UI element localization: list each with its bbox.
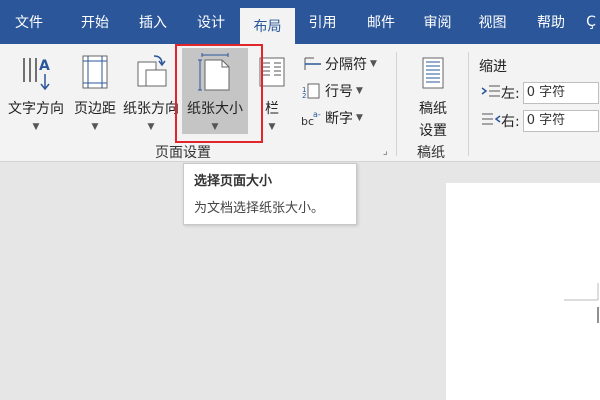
- tab-insert[interactable]: 插入: [124, 0, 182, 44]
- manuscript-icon: [416, 54, 450, 94]
- chevron-down-icon: ▼: [356, 86, 363, 96]
- breaks-icon: [301, 55, 323, 73]
- tab-mailings[interactable]: 邮件: [352, 0, 410, 44]
- manuscript-label-line1: 稿纸: [419, 101, 447, 117]
- manuscript-group-label: 稿纸: [417, 145, 445, 161]
- orientation-label: 纸张方向: [123, 101, 179, 117]
- chevron-down-icon: ▼: [268, 122, 276, 132]
- indent-right-icon: [481, 112, 501, 130]
- indent-title: 缩进: [479, 59, 507, 75]
- chevron-down-icon: ▼: [91, 122, 99, 132]
- tab-file[interactable]: 文件: [0, 0, 58, 44]
- indent-right-label: 右:: [501, 114, 520, 130]
- chevron-down-icon: ▼: [356, 113, 363, 123]
- hyphenation-icon: bc a-: [301, 109, 323, 127]
- text-direction-label: 文字方向: [8, 101, 64, 117]
- indent-left-label: 左:: [501, 86, 520, 102]
- tab-help[interactable]: 帮助: [522, 0, 580, 44]
- tab-references[interactable]: 引用: [295, 0, 350, 44]
- columns-label: 栏: [265, 101, 279, 117]
- tab-home[interactable]: 开始: [66, 0, 124, 44]
- tab-layout[interactable]: 布局: [240, 8, 295, 44]
- tab-view[interactable]: 视图: [465, 0, 520, 44]
- tab-design[interactable]: 设计: [182, 0, 240, 44]
- margin-corner-mark: [564, 283, 599, 323]
- indent-right-input[interactable]: 0 字符: [522, 110, 599, 132]
- text-direction-icon: A: [19, 52, 53, 92]
- margins-button[interactable]: 页边距 ▼: [68, 52, 122, 132]
- document-page[interactable]: [446, 183, 600, 400]
- breaks-label: 分隔符: [325, 57, 367, 73]
- line-numbers-label: 行号: [325, 84, 353, 100]
- tooltip: 选择页面大小 为文档选择纸张大小。: [183, 163, 357, 225]
- orientation-button[interactable]: 纸张方向 ▼: [122, 52, 180, 132]
- indent-left-row: 左: 0 字符: [481, 82, 599, 104]
- highlight-box: [175, 44, 263, 143]
- manuscript-label-line2: 设置: [419, 123, 447, 139]
- tab-review[interactable]: 审阅: [410, 0, 465, 44]
- chevron-down-icon: ▼: [370, 59, 377, 69]
- group-divider: [396, 52, 397, 156]
- dialog-launcher-icon[interactable]: ⌟: [383, 146, 388, 157]
- margins-label: 页边距: [74, 101, 116, 117]
- manuscript-settings-button[interactable]: 稿纸 设置: [408, 54, 458, 140]
- tooltip-title: 选择页面大小: [194, 174, 273, 189]
- chevron-down-icon: ▼: [32, 122, 40, 132]
- tooltip-description: 为文档选择纸张大小。: [194, 201, 325, 216]
- page-setup-group-label: 页面设置: [155, 145, 211, 161]
- tab-overflow[interactable]: Ç: [582, 0, 600, 44]
- indent-left-input[interactable]: 0 字符: [522, 82, 599, 104]
- indent-right-row: 右: 0 字符: [481, 110, 599, 132]
- ribbon-panel: A 文字方向 ▼ 页边距 ▼ 纸张方向 ▼ 纸张大小 ▼ 栏 ▼ 分隔符 ▼ 1…: [0, 44, 600, 162]
- svg-text:A: A: [39, 58, 50, 74]
- breaks-button[interactable]: 分隔符 ▼: [301, 54, 377, 74]
- text-direction-button[interactable]: A 文字方向 ▼: [4, 52, 68, 132]
- group-divider: [468, 52, 469, 156]
- chevron-down-icon: ▼: [147, 122, 155, 132]
- ribbon-tab-bar: 文件 开始 插入 设计 布局 引用 邮件 审阅 视图 帮助 Ç: [0, 0, 600, 44]
- svg-text:a-: a-: [313, 110, 321, 119]
- svg-text:2: 2: [302, 92, 306, 99]
- orientation-icon: [134, 52, 168, 92]
- hyphenation-button[interactable]: bc a- 断字 ▼: [301, 108, 363, 128]
- line-numbers-icon: 1 2: [301, 82, 323, 100]
- margins-icon: [78, 52, 112, 92]
- hyphenation-label: 断字: [325, 111, 353, 127]
- line-numbers-button[interactable]: 1 2 行号 ▼: [301, 81, 363, 101]
- indent-left-icon: [481, 84, 501, 102]
